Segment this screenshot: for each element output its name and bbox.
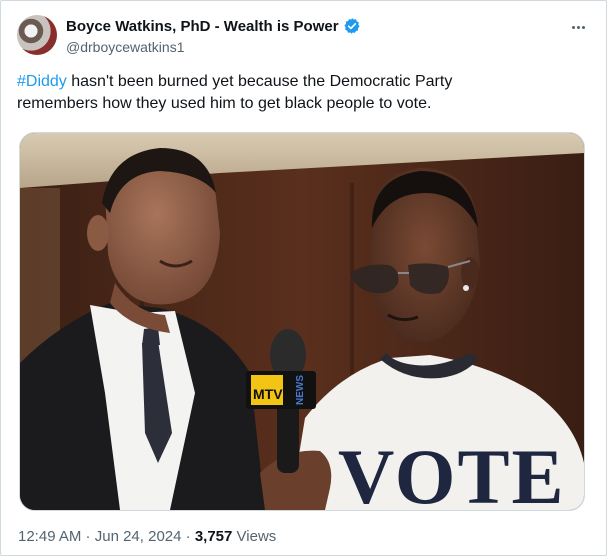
verified-badge-icon [344, 18, 360, 34]
tweet-meta: 12:49 AM · Jun 24, 2024 · 3,757 Views [18, 528, 276, 545]
avatar[interactable] [17, 15, 57, 55]
tweet-text-line1: hasn't been burned yet because the Democ… [66, 73, 453, 90]
tweet-date[interactable]: Jun 24, 2024 [95, 528, 182, 545]
mic-flag-side-text: NEWS [295, 375, 306, 405]
author-name-line: Boyce Watkins, PhD - Wealth is Power [66, 17, 361, 35]
tweet-time[interactable]: 12:49 AM [18, 528, 81, 545]
tweet-text: #Diddy hasn't been burned yet because th… [17, 71, 587, 115]
views-label: Views [232, 528, 277, 545]
author-display-name[interactable]: Boyce Watkins, PhD - Wealth is Power [66, 18, 339, 35]
photo-illustration: VOTE MTV NEWS [20, 133, 584, 510]
hashtag-link[interactable]: #Diddy [17, 73, 67, 90]
views-count: 3,757 [194, 528, 233, 545]
meta-separator: · [81, 528, 95, 545]
tweet-photo[interactable]: VOTE MTV NEWS [19, 132, 585, 511]
tweet-text-line2: remembers how they used him to get black… [17, 95, 432, 112]
author-handle[interactable]: @drboycewatkins1 [66, 39, 185, 55]
more-options-icon[interactable] [566, 15, 590, 39]
tweet-header: Boyce Watkins, PhD - Wealth is Power @dr… [17, 15, 590, 59]
shirt-vote-text: VOTE [338, 433, 566, 510]
tweet-card: Boyce Watkins, PhD - Wealth is Power @dr… [0, 0, 607, 556]
meta-separator: · [181, 528, 195, 545]
mic-flag-logo: MTV [253, 386, 283, 402]
